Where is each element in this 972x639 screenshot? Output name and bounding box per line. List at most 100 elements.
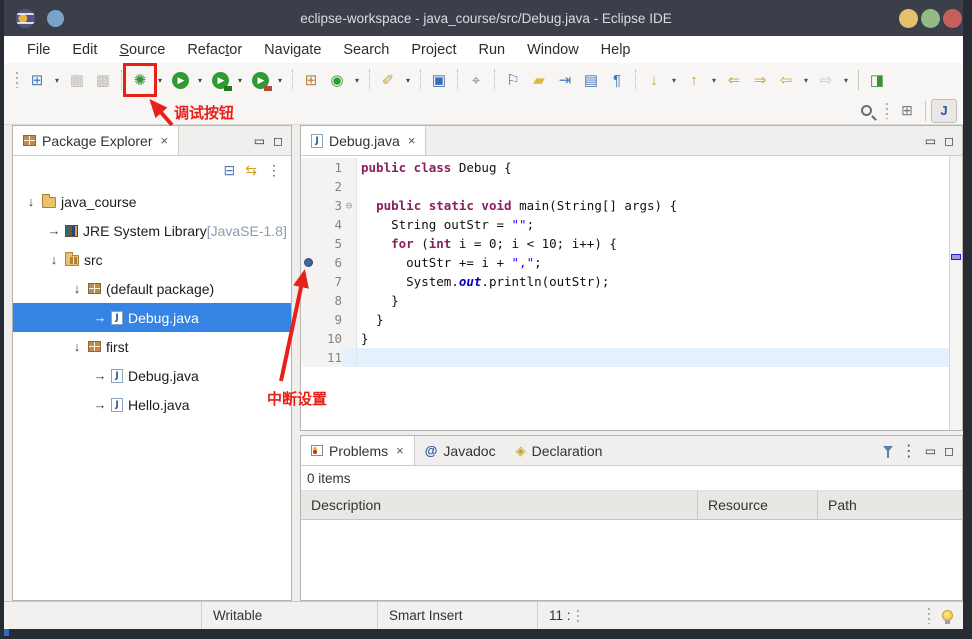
tree-item-first[interactable]: ↓first <box>13 332 291 361</box>
maximize-view-icon[interactable]: ◻ <box>273 134 283 148</box>
tree-item--default-package-[interactable]: ↓(default package) <box>13 274 291 303</box>
minimize-view-icon[interactable]: ▭ <box>254 134 265 148</box>
code-line-7[interactable]: 7 System.out.println(outStr); <box>301 272 949 291</box>
menu-search[interactable]: Search <box>332 40 400 60</box>
java-perspective-icon[interactable]: J <box>931 99 957 123</box>
breakpoint-icon[interactable] <box>304 258 313 267</box>
breakpoint-gutter[interactable] <box>301 177 316 196</box>
breakpoint-gutter[interactable] <box>301 272 316 291</box>
breakpoint-gutter[interactable] <box>301 234 316 253</box>
code-line-3[interactable]: 3⊖ public static void main(String[] args… <box>301 196 949 215</box>
expanded-arrow-icon[interactable]: ↓ <box>23 194 39 209</box>
close-icon[interactable]: × <box>161 133 169 148</box>
column-header-description[interactable]: Description <box>301 491 698 519</box>
menu-run[interactable]: Run <box>467 40 516 60</box>
window-minimize-button[interactable] <box>899 9 918 28</box>
new-wizard-icon[interactable]: ⊞ <box>24 67 50 93</box>
dropdown-arrow-icon[interactable]: ▾ <box>401 76 415 85</box>
code-line-5[interactable]: 5 for (int i = 0; i < 10; i++) { <box>301 234 949 253</box>
pin-editor-icon[interactable]: ◨ <box>864 67 890 93</box>
search-icon[interactable] <box>854 98 880 124</box>
code-line-11[interactable]: 11 <box>301 348 949 367</box>
collapse-all-icon[interactable]: ⊟ <box>224 162 236 179</box>
tab-problems[interactable]: Problems× <box>301 436 415 465</box>
breakpoint-gutter[interactable] <box>301 291 316 310</box>
expanded-arrow-icon[interactable]: ↓ <box>69 339 85 354</box>
overview-ruler[interactable] <box>949 156 962 430</box>
run-icon[interactable]: ▶ <box>167 67 193 93</box>
dropdown-arrow-icon[interactable]: ▾ <box>707 76 721 85</box>
tree-item-java-course[interactable]: ↓java_course <box>13 187 291 216</box>
collapsed-arrow-icon[interactable]: → <box>46 223 62 238</box>
dropdown-arrow-icon[interactable]: ▾ <box>50 76 64 85</box>
dropdown-arrow-icon[interactable]: ▾ <box>667 76 681 85</box>
breakpoint-marker[interactable] <box>951 254 961 260</box>
back-history-icon[interactable]: ⇦ <box>773 67 799 93</box>
collapsed-arrow-icon[interactable]: → <box>92 310 108 325</box>
code-line-8[interactable]: 8 } <box>301 291 949 310</box>
debug-icon[interactable]: ✺ <box>127 67 153 93</box>
breakpoint-gutter[interactable] <box>301 253 316 272</box>
sash-splitter[interactable] <box>292 125 300 601</box>
save-icon[interactable]: ▦ <box>64 67 90 93</box>
window-close-button[interactable] <box>943 9 962 28</box>
problems-table-body[interactable] <box>301 520 962 600</box>
link-with-editor-icon[interactable]: ⇆ <box>245 162 257 179</box>
open-perspective-icon[interactable]: ⊞ <box>894 98 920 124</box>
breakpoint-gutter[interactable] <box>301 196 316 215</box>
filter-icon[interactable] <box>883 446 893 452</box>
dropdown-arrow-icon[interactable]: ▾ <box>799 76 813 85</box>
collapsed-arrow-icon[interactable]: → <box>92 397 108 412</box>
maximize-view-icon[interactable]: ◻ <box>944 444 954 458</box>
menu-project[interactable]: Project <box>400 40 467 60</box>
breakpoint-gutter[interactable] <box>301 329 316 348</box>
view-menu-icon[interactable]: ⋮ <box>267 162 281 179</box>
toggle-highlight-icon[interactable]: ▰ <box>526 67 552 93</box>
tab-declaration[interactable]: ◈Declaration <box>506 436 613 465</box>
view-menu-icon[interactable]: ⋮ <box>901 441 917 461</box>
code-editor[interactable]: 1public class Debug {23⊖ public static v… <box>301 156 962 430</box>
code-line-9[interactable]: 9 } <box>301 310 949 329</box>
open-console-icon[interactable]: ▣ <box>426 67 452 93</box>
dropdown-arrow-icon[interactable]: ▾ <box>350 76 364 85</box>
menu-navigate[interactable]: Navigate <box>253 40 332 60</box>
search-actions-icon[interactable]: ⚐ <box>500 67 526 93</box>
previous-annotation-icon[interactable]: ↑ <box>681 67 707 93</box>
column-header-path[interactable]: Path <box>818 491 962 519</box>
dropdown-arrow-icon[interactable]: ▾ <box>153 76 167 85</box>
expanded-arrow-icon[interactable]: ↓ <box>46 252 62 267</box>
show-source-of-selected-icon[interactable]: ▤ <box>578 67 604 93</box>
breakpoint-gutter[interactable] <box>301 310 316 329</box>
coverage-icon[interactable]: ▶ <box>207 67 233 93</box>
tree-item-hello-java[interactable]: →JHello.java <box>13 390 291 419</box>
minimize-view-icon[interactable]: ▭ <box>925 444 936 458</box>
breakpoint-gutter[interactable] <box>301 215 316 234</box>
breakpoint-gutter[interactable] <box>301 158 316 177</box>
code-line-1[interactable]: 1public class Debug { <box>301 158 949 177</box>
code-line-2[interactable]: 2 <box>301 177 949 196</box>
save-all-icon[interactable]: ▩ <box>90 67 116 93</box>
tab-javadoc[interactable]: @Javadoc <box>415 436 506 465</box>
dropdown-arrow-icon[interactable]: ▾ <box>193 76 207 85</box>
menu-refactor[interactable]: Refactor <box>176 40 253 60</box>
tab-package-explorer[interactable]: Package Explorer × <box>13 126 179 155</box>
next-annotation-icon[interactable]: ↓ <box>641 67 667 93</box>
dropdown-arrow-icon[interactable]: ▾ <box>233 76 247 85</box>
expanded-arrow-icon[interactable]: ↓ <box>69 281 85 296</box>
code-line-10[interactable]: 10} <box>301 329 949 348</box>
mark-occurrences-icon[interactable]: ⌖ <box>463 67 489 93</box>
close-icon[interactable]: × <box>408 133 416 148</box>
link-with-editor-icon[interactable]: ⇥ <box>552 67 578 93</box>
new-java-class-icon[interactable]: ◉ <box>324 67 350 93</box>
tree-item-src[interactable]: ↓src <box>13 245 291 274</box>
profile-icon[interactable]: ▶ <box>247 67 273 93</box>
menu-source[interactable]: Source <box>108 40 176 60</box>
menu-edit[interactable]: Edit <box>61 40 108 60</box>
open-resource-icon[interactable]: ✐ <box>375 67 401 93</box>
last-edit-location-icon[interactable]: ⇐ <box>721 67 747 93</box>
menu-help[interactable]: Help <box>590 40 642 60</box>
next-edit-location-icon[interactable]: ⇒ <box>747 67 773 93</box>
fold-collapse-icon[interactable]: ⊖ <box>342 196 357 215</box>
tree-item-jre-system-library[interactable]: →JRE System Library [JavaSE-1.8] <box>13 216 291 245</box>
minimize-view-icon[interactable]: ▭ <box>925 134 936 148</box>
